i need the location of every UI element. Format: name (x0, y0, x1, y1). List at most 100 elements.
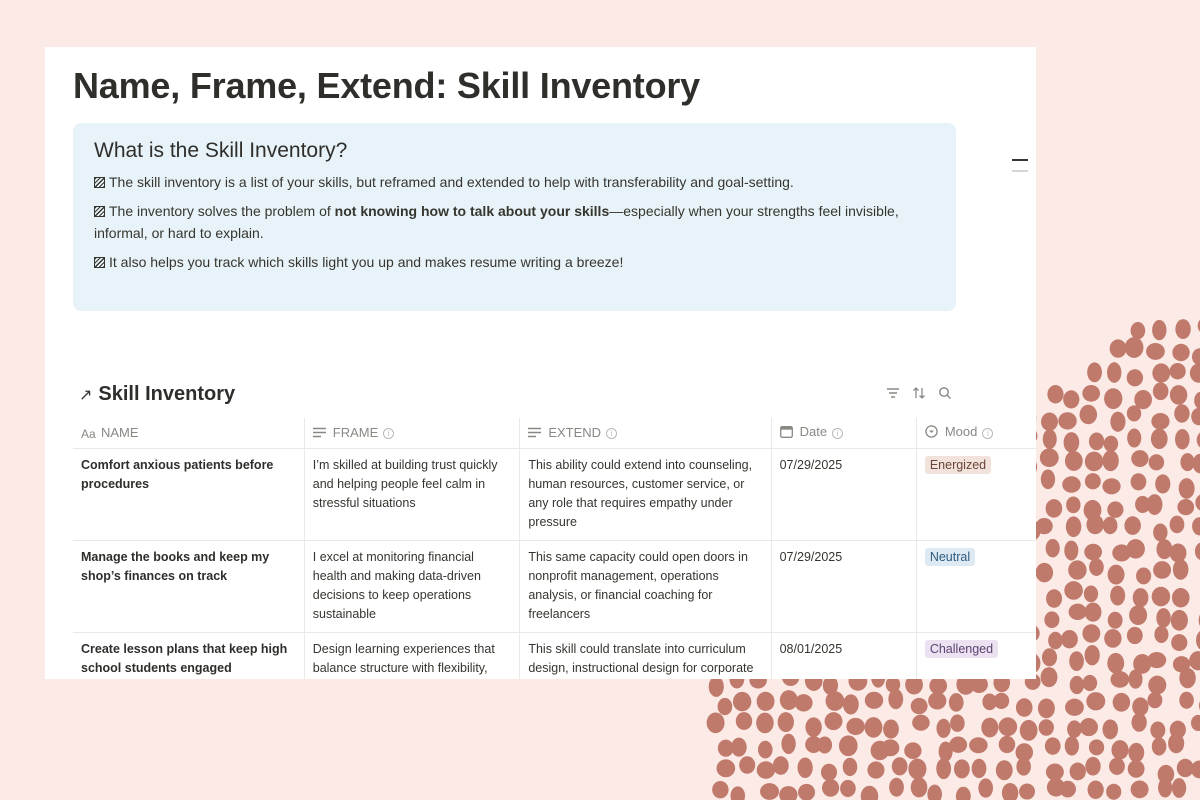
decorative-dot (1194, 391, 1200, 410)
decorative-dot (1178, 478, 1195, 499)
cell-mood[interactable]: Neutral (915, 540, 1036, 633)
decorative-dot (731, 737, 747, 757)
striped-square-icon (94, 206, 105, 217)
info-icon[interactable]: i (606, 428, 618, 440)
striped-square-icon (94, 177, 105, 188)
info-icon[interactable]: i (982, 427, 994, 439)
decorative-dot (912, 714, 930, 731)
decorative-dot (1136, 567, 1152, 585)
decorative-dot (735, 712, 753, 730)
column-header-date[interactable]: Date i (770, 418, 917, 449)
column-header-extend[interactable]: EXTEND i (519, 418, 772, 449)
filter-icon[interactable] (885, 385, 901, 401)
decorative-dot (929, 677, 948, 695)
column-header-frame[interactable]: FRAME i (303, 418, 520, 449)
decorative-dot (1041, 648, 1058, 667)
decorative-dot (1104, 388, 1123, 410)
select-icon (925, 425, 939, 441)
table-row[interactable]: Create lesson plans that keep high schoo… (73, 632, 1036, 679)
column-header-mood[interactable]: Mood i (915, 418, 1036, 449)
info-icon[interactable]: i (832, 427, 844, 439)
decorative-dot (1040, 469, 1056, 490)
decorative-dot (1045, 538, 1060, 558)
decorative-dot (910, 697, 928, 715)
decorative-dot (1084, 602, 1102, 622)
database-header: ↗ Skill Inventory (79, 383, 235, 406)
cell-date[interactable]: 08/01/2025 (770, 632, 917, 679)
info-callout: What is the Skill Inventory? The skill i… (73, 123, 956, 311)
decorative-dot (1107, 362, 1122, 383)
decorative-dot (1045, 499, 1063, 518)
column-header-name[interactable]: Aa NAME (73, 418, 305, 449)
linked-database-arrow-icon[interactable]: ↗ (79, 385, 92, 405)
decorative-dot (794, 694, 813, 712)
decorative-dot (1064, 540, 1079, 561)
decorative-dot (730, 786, 746, 800)
cell-name[interactable]: Manage the books and keep my shop’s fina… (73, 540, 305, 633)
table-row[interactable]: Manage the books and keep my shop’s fina… (73, 540, 1036, 633)
mood-tag: Challenged (924, 639, 999, 658)
decorative-dot (1131, 450, 1149, 467)
decorative-dot (1062, 476, 1081, 493)
decorative-dot (1189, 363, 1200, 383)
decorative-dot (1152, 319, 1167, 341)
cell-frame[interactable]: I excel at monitoring financial health a… (303, 540, 520, 633)
decorative-dot (978, 778, 994, 798)
callout-line-2: The inventory solves the problem of not … (94, 200, 935, 244)
decorative-dot (1102, 516, 1118, 535)
decorative-dot (1110, 411, 1126, 432)
decorative-dot (1124, 516, 1141, 535)
info-icon[interactable]: i (383, 428, 395, 440)
table-of-contents-toggle[interactable] (1012, 159, 1028, 181)
decorative-dot (1129, 605, 1148, 626)
cell-date[interactable]: 07/29/2025 (770, 540, 917, 633)
decorative-dot (1169, 543, 1187, 563)
decorative-dot (1103, 435, 1119, 452)
decorative-dot (1079, 718, 1098, 737)
decorative-dot (1158, 777, 1173, 798)
decorative-dot (883, 719, 899, 739)
sort-icon[interactable] (911, 385, 927, 401)
cell-frame[interactable]: I’m skilled at building trust quickly an… (303, 448, 520, 541)
cell-mood[interactable]: Challenged (915, 632, 1036, 679)
cell-frame[interactable]: Design learning experiences that balance… (303, 632, 520, 679)
decorative-dot (825, 691, 845, 711)
decorative-dot (1102, 719, 1119, 740)
decorative-dot (955, 786, 971, 800)
cell-name[interactable]: Comfort anxious patients before procedur… (73, 448, 305, 541)
page-title: Name, Frame, Extend: Skill Inventory (73, 65, 701, 106)
decorative-dot (1069, 651, 1084, 671)
decorative-dot (1019, 783, 1036, 800)
decorative-dot (1152, 382, 1169, 401)
decorative-dot (936, 758, 952, 780)
table-row[interactable]: Comfort anxious patients before procedur… (73, 448, 1036, 541)
decorative-dot (971, 758, 987, 779)
decorative-dot (1068, 560, 1087, 580)
decorative-dot (1065, 698, 1084, 716)
cell-name[interactable]: Create lesson plans that keep high schoo… (73, 632, 305, 679)
decorative-dot (1190, 714, 1200, 732)
decorative-dot (864, 717, 883, 738)
decorative-dot (1084, 473, 1101, 490)
decorative-dot (1171, 778, 1187, 798)
database-title[interactable]: Skill Inventory (98, 383, 235, 406)
decorative-dot (1174, 404, 1190, 423)
decorative-dot (1175, 428, 1190, 450)
callout-line-2-text-a: The inventory solves the problem of (109, 203, 335, 219)
decorative-dot (1058, 412, 1077, 430)
decorative-dot (1146, 494, 1163, 515)
cell-date[interactable]: 07/29/2025 (770, 448, 917, 541)
cell-extend[interactable]: This same capacity could open doors in n… (519, 540, 772, 633)
decorative-dot (712, 780, 729, 799)
decorative-dot (1153, 561, 1172, 579)
cell-mood[interactable]: Energized (915, 448, 1036, 541)
decorative-dot (1041, 412, 1058, 431)
decorative-dot (1066, 496, 1081, 514)
search-icon[interactable] (937, 385, 953, 401)
cell-extend[interactable]: This ability could extend into counselin… (519, 448, 772, 541)
decorative-dot (760, 783, 780, 800)
decorative-dot (908, 758, 927, 780)
cell-extend[interactable]: This skill could translate into curricul… (519, 632, 772, 679)
decorative-dot (779, 786, 798, 800)
decorative-dot (953, 759, 970, 779)
